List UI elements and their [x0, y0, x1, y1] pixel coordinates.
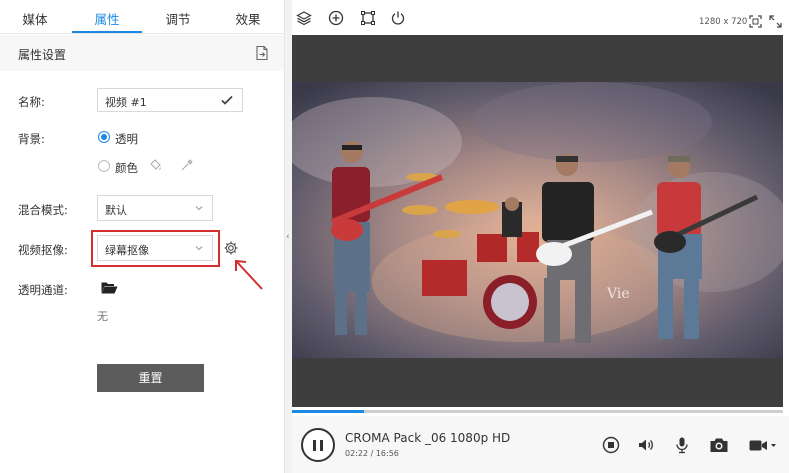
name-value: 视频 #1: [105, 96, 147, 109]
radio-transparent-label: 透明: [115, 132, 138, 146]
chevron-down-icon: [195, 206, 203, 211]
pause-icon: [320, 440, 323, 451]
video-frame: Vie: [292, 82, 783, 358]
blend-mode-label: 混合模式:: [18, 203, 68, 217]
radio-transparent[interactable]: [98, 131, 110, 143]
resolution-label: 1280 x 720: [699, 17, 748, 27]
power-icon[interactable]: [390, 10, 406, 26]
section-header: 属性设置: [0, 35, 284, 71]
name-field[interactable]: 视频 #1: [97, 88, 243, 112]
crop-icon[interactable]: [360, 10, 376, 26]
layers-icon[interactable]: [296, 10, 312, 26]
preview-toolbar: 1280 x 720: [292, 0, 789, 35]
chevron-down-icon: [195, 246, 203, 251]
pause-button[interactable]: [301, 428, 335, 462]
alpha-channel-value: 无: [97, 310, 108, 323]
panel-tabs: 媒体 属性 调节 效果: [0, 0, 284, 34]
preview-panel: 1280 x 720 Vie CROMA Pack _06 1080p HD 0…: [292, 0, 789, 473]
tab-adjust[interactable]: 调节: [143, 0, 213, 34]
folder-open-icon[interactable]: [101, 281, 118, 294]
annotation-arrow-icon: [235, 259, 263, 290]
stop-icon[interactable]: [602, 436, 620, 454]
radio-color[interactable]: [98, 160, 110, 172]
check-icon[interactable]: [220, 93, 234, 107]
background-label: 背景:: [18, 132, 45, 146]
properties-panel: 媒体 属性 调节 效果 属性设置 名称: 视频 #1 背景: 透明 颜色 混合模…: [0, 0, 284, 473]
video-camera-icon[interactable]: [748, 436, 778, 454]
preview-canvas[interactable]: Vie: [292, 35, 783, 407]
radio-color-label: 颜色: [115, 161, 138, 175]
tab-media[interactable]: 媒体: [0, 0, 70, 34]
reset-button[interactable]: 重置: [97, 364, 204, 392]
gear-icon[interactable]: [223, 240, 239, 256]
band-video-image: Vie: [292, 82, 783, 358]
progress-fill: [292, 410, 364, 413]
section-title: 属性设置: [18, 48, 67, 62]
player-controls: CROMA Pack _06 1080p HD 02:22 / 16:56: [292, 416, 789, 473]
add-circle-icon[interactable]: [328, 10, 344, 26]
blend-mode-value: 默认: [105, 204, 127, 217]
fullscreen-icon[interactable]: [769, 15, 782, 28]
volume-icon[interactable]: [637, 436, 655, 454]
alpha-channel-label: 透明通道:: [18, 283, 68, 297]
clip-time: 02:22 / 16:56: [345, 449, 399, 458]
progress-bar[interactable]: [292, 410, 783, 413]
export-settings-icon[interactable]: [254, 45, 270, 61]
pause-icon: [313, 440, 316, 451]
active-tab-indicator: [72, 31, 142, 33]
tab-effects[interactable]: 效果: [213, 0, 283, 34]
keying-label: 视频抠像:: [18, 243, 68, 257]
keying-select[interactable]: 绿幕抠像: [97, 235, 213, 261]
eyedropper-icon[interactable]: [180, 158, 194, 172]
fit-screen-icon[interactable]: [749, 15, 762, 28]
tab-properties[interactable]: 属性: [72, 0, 142, 34]
clip-title: CROMA Pack _06 1080p HD: [345, 431, 511, 445]
collapse-arrow-icon[interactable]: ‹: [286, 232, 290, 242]
paint-bucket-icon[interactable]: [148, 158, 162, 172]
name-label: 名称:: [18, 95, 45, 109]
video-watermark: Vie: [606, 286, 630, 302]
blend-mode-select[interactable]: 默认: [97, 195, 213, 221]
camera-icon[interactable]: [709, 436, 729, 454]
microphone-icon[interactable]: [673, 436, 691, 454]
keying-value: 绿幕抠像: [105, 244, 149, 257]
